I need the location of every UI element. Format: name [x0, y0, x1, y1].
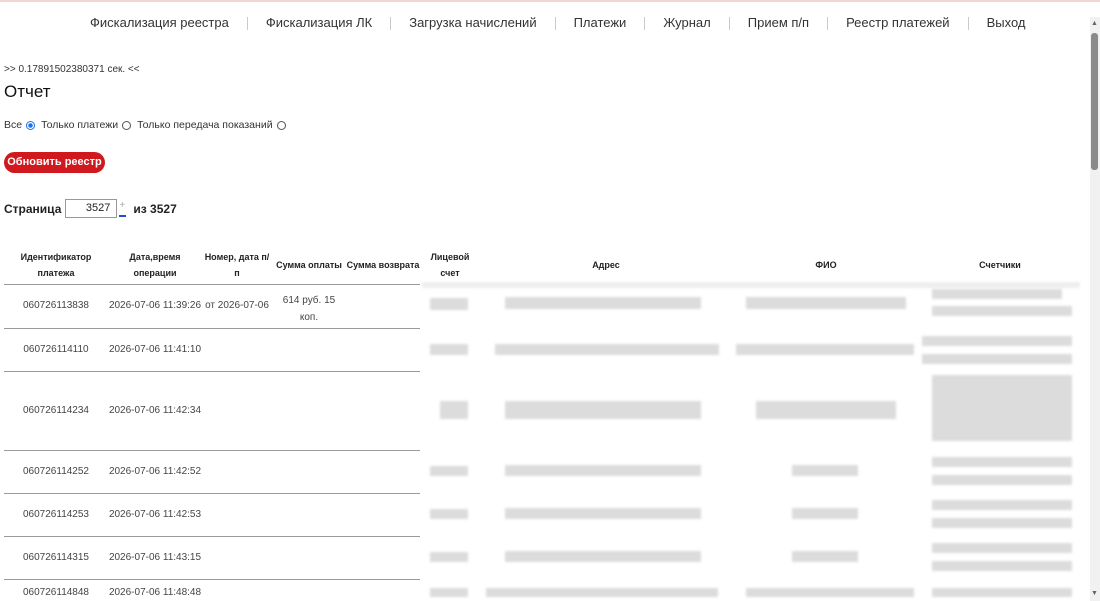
cell-payment-id: 060726114848: [23, 587, 89, 598]
row-divider: [4, 579, 420, 580]
header-meters: Счетчики: [979, 260, 1021, 270]
filter-readings-radio[interactable]: [276, 120, 286, 130]
cell-datetime: 2026-07-06 11:43:15: [108, 552, 202, 563]
header-amount: Сумма оплаты: [276, 260, 342, 270]
cell-datetime: 2026-07-06 11:42:34: [108, 405, 202, 416]
filter-radio-group: Все Только платежи Только передача показ…: [4, 119, 292, 131]
cell-datetime: 2026-07-06 11:39:26: [108, 300, 202, 311]
filter-readings-label: Только передача показаний: [137, 119, 273, 131]
redacted-address: [486, 588, 718, 597]
cell-payment-id: 060726114110: [23, 344, 89, 355]
cell-payment-id: 060726114315: [23, 552, 89, 563]
redacted-meters: [932, 475, 1072, 485]
nav-receive-pp[interactable]: Прием п/п: [730, 12, 827, 34]
filter-all-label: Все: [4, 119, 23, 131]
header-datetime: Дата,время операции: [129, 252, 181, 278]
redacted-fio: [792, 551, 858, 562]
redacted-account: [430, 552, 468, 562]
cell-amount: 614 руб. 15 коп.: [282, 295, 336, 323]
redacted-meters: [932, 561, 1072, 571]
redacted-address: [505, 508, 701, 519]
redacted-account: [430, 466, 468, 476]
step-down-icon[interactable]: [119, 214, 127, 217]
nav-payments[interactable]: Платежи: [556, 12, 645, 34]
redacted-address: [495, 344, 719, 355]
cell-payment-id: 060726114234: [23, 405, 89, 416]
redacted-meters: [922, 354, 1072, 364]
redacted-address: [505, 297, 701, 309]
header-payment-id: Идентификатор платежа: [20, 252, 92, 278]
scrollbar-thumb[interactable]: [1091, 33, 1098, 170]
header-account: Лицевой счет: [430, 252, 470, 278]
redacted-address: [505, 465, 701, 476]
cell-datetime: 2026-07-06 11:48:48: [108, 587, 202, 598]
redacted-meters: [932, 500, 1072, 510]
nav-fiscal-registry[interactable]: Фискализация реестра: [72, 12, 247, 34]
step-up-icon[interactable]: +: [119, 200, 127, 210]
redacted-meters: [932, 457, 1072, 467]
cell-payment-id: 060726114252: [23, 466, 89, 477]
redacted-account: [430, 298, 468, 310]
filter-all-radio[interactable]: [26, 120, 36, 130]
row-divider: [4, 536, 420, 537]
cell-payment-id: 060726113838: [23, 300, 89, 311]
redacted-meters: [922, 336, 1072, 346]
top-accent-line: [0, 0, 1100, 2]
page-label: Страница: [4, 201, 62, 216]
redacted-fio: [792, 508, 858, 519]
header-number-date: Номер, дата п/п: [204, 252, 270, 278]
redacted-account: [430, 588, 468, 597]
nav-logout[interactable]: Выход: [969, 12, 1044, 34]
redacted-fio: [736, 344, 914, 355]
header-fio: ФИО: [815, 260, 837, 270]
redacted-fio: [756, 401, 896, 419]
nav-payment-registry[interactable]: Реестр платежей: [828, 12, 968, 34]
row-divider: [4, 493, 420, 494]
nav-load-charges[interactable]: Загрузка начислений: [391, 12, 554, 34]
cell-payment-id: 060726114253: [23, 509, 89, 520]
nav-journal[interactable]: Журнал: [645, 12, 728, 34]
page-total: из 3527: [133, 201, 177, 216]
redacted-meters: [932, 518, 1072, 528]
redacted-fio: [746, 297, 906, 309]
row-divider: [4, 328, 420, 329]
scroll-down-icon[interactable]: ▼: [1091, 590, 1098, 597]
redacted-meters: [932, 375, 1072, 441]
header-refund: Сумма возврата: [346, 260, 420, 270]
redacted-account: [430, 509, 468, 519]
filter-payments-label: Только платежи: [41, 119, 119, 131]
redacted-meters: [932, 289, 1062, 299]
main-nav: Фискализация реестра Фискализация ЛК Заг…: [72, 12, 1043, 34]
redacted-meters: [932, 588, 1072, 597]
cell-datetime: 2026-07-06 11:42:52: [108, 466, 202, 477]
scroll-up-icon[interactable]: ▲: [1091, 20, 1098, 27]
row-divider: [4, 371, 420, 372]
header-address: Адрес: [592, 260, 620, 270]
page-number-input[interactable]: 3527: [65, 199, 118, 218]
redacted-meters: [932, 306, 1072, 316]
nav-fiscal-lk[interactable]: Фискализация ЛК: [248, 12, 390, 34]
page-stepper[interactable]: +: [119, 200, 127, 217]
cell-number-date: от 2026-07-06: [205, 300, 269, 311]
redacted-band: [422, 282, 1080, 288]
cell-datetime: 2026-07-06 11:41:10: [108, 344, 202, 355]
filter-payments-radio[interactable]: [122, 120, 132, 130]
redacted-meters: [932, 543, 1072, 553]
redacted-fio: [792, 465, 858, 476]
redacted-address: [505, 401, 701, 419]
page-title: Отчет: [4, 82, 51, 101]
redacted-account: [430, 344, 468, 355]
timing-readout: >> 0.17891502380371 сек. <<: [4, 64, 140, 75]
row-divider: [4, 284, 420, 285]
redacted-fio: [746, 588, 914, 597]
row-divider: [4, 450, 420, 451]
pagination: Страница 3527 + из 3527: [4, 199, 177, 218]
refresh-registry-button[interactable]: Обновить реестр: [4, 152, 105, 173]
cell-datetime: 2026-07-06 11:42:53: [108, 509, 202, 520]
redacted-account: [440, 401, 468, 419]
redacted-address: [505, 551, 701, 562]
